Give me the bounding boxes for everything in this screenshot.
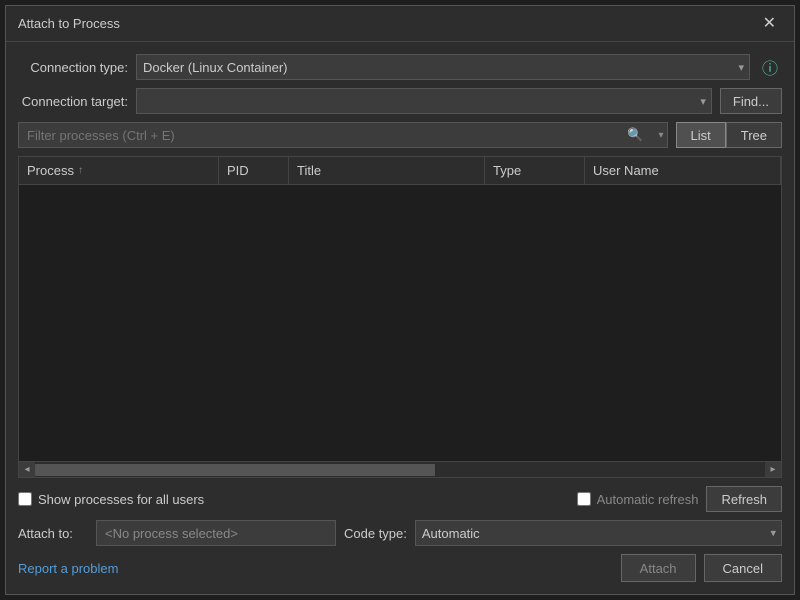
col-username-label: User Name (593, 163, 659, 178)
connection-type-select[interactable]: Docker (Linux Container)LocalSSH (136, 54, 750, 80)
code-type-select-wrapper: AutomaticManagedNative (415, 520, 782, 546)
close-button[interactable]: ✕ (757, 14, 782, 34)
list-view-button[interactable]: List (676, 122, 726, 148)
attach-to-label: Attach to: (18, 526, 88, 541)
refresh-button[interactable]: Refresh (706, 486, 782, 512)
filter-row: 🔍 ▾ List Tree (18, 122, 782, 148)
show-all-users-label: Show processes for all users (38, 492, 204, 507)
col-header-pid[interactable]: PID (219, 157, 289, 184)
filter-input[interactable] (18, 122, 668, 148)
find-button[interactable]: Find... (720, 88, 782, 114)
cancel-button[interactable]: Cancel (704, 554, 782, 582)
scroll-right-button[interactable]: ▸ (765, 462, 781, 478)
filter-input-wrapper: 🔍 ▾ (18, 122, 668, 148)
table-body[interactable] (19, 185, 781, 461)
info-button[interactable]: ⓘ (758, 55, 782, 79)
show-all-users-checkbox[interactable] (18, 492, 32, 506)
scroll-left-button[interactable]: ◂ (19, 462, 35, 478)
report-problem-link[interactable]: Report a problem (18, 561, 118, 576)
col-header-title[interactable]: Title (289, 157, 485, 184)
view-toggle: List Tree (676, 122, 782, 148)
auto-refresh-area: Automatic refresh Refresh (577, 486, 782, 512)
attach-to-row: Attach to: <No process selected> Code ty… (18, 520, 782, 546)
col-pid-label: PID (227, 163, 249, 178)
connection-type-select-wrapper: Docker (Linux Container)LocalSSH (136, 54, 750, 80)
dialog-title: Attach to Process (18, 16, 120, 31)
tree-view-button[interactable]: Tree (726, 122, 782, 148)
attach-to-value: <No process selected> (96, 520, 336, 546)
code-type-label: Code type: (344, 526, 407, 541)
connection-target-label: Connection target: (18, 94, 128, 109)
footer-buttons: Attach Cancel (621, 554, 782, 582)
scrollbar-track[interactable] (35, 462, 765, 477)
title-bar: Attach to Process ✕ (6, 6, 794, 42)
connection-target-row: Connection target: Find... (18, 88, 782, 114)
col-title-label: Title (297, 163, 321, 178)
sort-arrow-process: ↑ (78, 165, 83, 176)
process-table: Process ↑ PID Title Type User Name (18, 156, 782, 478)
table-header: Process ↑ PID Title Type User Name (19, 157, 781, 185)
dialog-body: Connection type: Docker (Linux Container… (6, 42, 794, 594)
show-all-users-row: Show processes for all users (18, 492, 204, 507)
auto-refresh-checkbox[interactable] (577, 492, 591, 506)
auto-refresh-checkbox-row: Automatic refresh (577, 492, 699, 507)
scrollbar-thumb[interactable] (35, 464, 435, 476)
attach-to-process-dialog: Attach to Process ✕ Connection type: Doc… (5, 5, 795, 595)
connection-type-label: Connection type: (18, 60, 128, 75)
auto-refresh-label: Automatic refresh (597, 492, 699, 507)
connection-target-select-wrapper (136, 88, 712, 114)
connection-type-row: Connection type: Docker (Linux Container… (18, 54, 782, 80)
search-icon: 🔍 (627, 127, 643, 143)
col-type-label: Type (493, 163, 521, 178)
footer-row: Report a problem Attach Cancel (18, 554, 782, 582)
scrollbar-row: ◂ ▸ (19, 461, 781, 477)
bottom-options: Show processes for all users Automatic r… (18, 486, 782, 512)
code-type-select[interactable]: AutomaticManagedNative (415, 520, 782, 546)
col-header-process[interactable]: Process ↑ (19, 157, 219, 184)
filter-dropdown-icon[interactable]: ▾ (658, 130, 663, 141)
attach-button[interactable]: Attach (621, 554, 696, 582)
connection-target-select[interactable] (136, 88, 712, 114)
col-process-label: Process (27, 163, 74, 178)
col-header-type[interactable]: Type (485, 157, 585, 184)
col-header-username[interactable]: User Name (585, 157, 781, 184)
